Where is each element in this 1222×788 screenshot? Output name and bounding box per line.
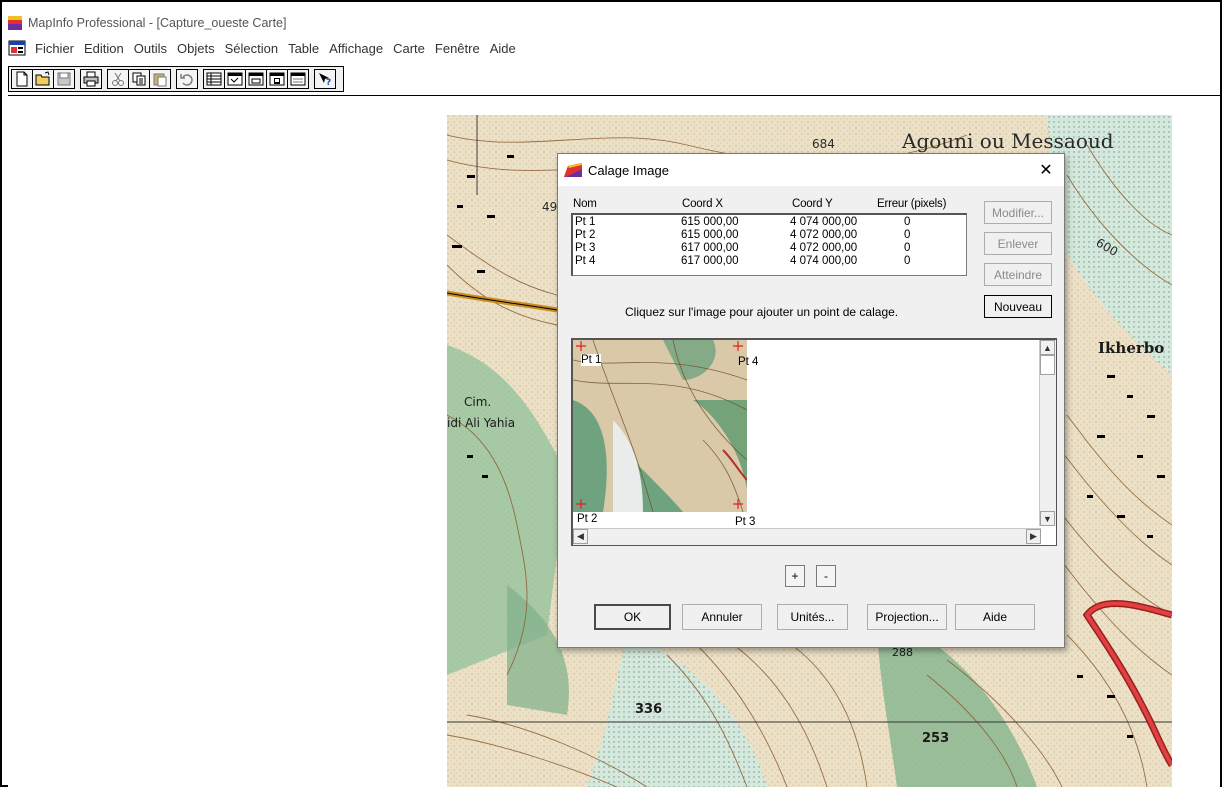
calage-image-dialog: Calage Image ✕ Nom Coord X Coord Y Erreu… [557, 153, 1065, 648]
menu-aide[interactable]: Aide [485, 41, 521, 56]
point-name: Pt 3 [575, 242, 596, 254]
map-label-cim: Cim. [464, 395, 491, 409]
column-header-coord-y[interactable]: Coord Y [792, 198, 833, 210]
nouveau-button[interactable]: Nouveau [984, 295, 1052, 318]
annuler-button[interactable]: Annuler [682, 604, 762, 630]
svg-text:?: ? [326, 78, 331, 87]
zoom-in-button[interactable]: + [785, 565, 805, 587]
menu-fenetre[interactable]: Fenêtre [430, 41, 485, 56]
column-header-nom[interactable]: Nom [573, 198, 597, 210]
modifier-button[interactable]: Modifier... [984, 201, 1052, 224]
dialog-title-bar[interactable]: Calage Image [558, 154, 1064, 186]
point-coord-x: 615 000,00 [681, 216, 739, 228]
new-layout-icon[interactable] [266, 69, 288, 89]
window-title: MapInfo Professional - [Capture_oueste C… [28, 16, 287, 30]
map-label-ikherbo: Ikherbo [1098, 339, 1164, 357]
column-header-erreur[interactable]: Erreur (pixels) [877, 198, 946, 210]
point-name: Pt 2 [575, 229, 596, 241]
aide-button[interactable]: Aide [955, 604, 1035, 630]
menu-table[interactable]: Table [283, 41, 324, 56]
column-header-coord-x[interactable]: Coord X [682, 198, 723, 210]
preview-label-pt1: Pt 1 [581, 354, 602, 366]
help-pointer-icon[interactable]: ? [314, 69, 336, 89]
point-error: 0 [904, 242, 911, 254]
copy-icon[interactable] [128, 69, 150, 89]
list-item[interactable]: Pt 4 617 000,00 4 074 000,00 0 [573, 255, 966, 268]
unites-button[interactable]: Unités... [777, 604, 848, 630]
instruction-text: Cliquez sur l'image pour ajouter un poin… [625, 305, 899, 319]
point-coord-y: 4 074 000,00 [790, 255, 858, 267]
map-label-sidi-ali-yahia: idi Ali Yahia [447, 416, 515, 430]
map-label-agouni: Agouni ou Messaoud [901, 129, 1114, 153]
undo-icon[interactable] [176, 69, 198, 89]
map-label-684: 684 [812, 137, 835, 151]
cut-icon[interactable] [107, 69, 129, 89]
preview-label-pt2: Pt 2 [577, 513, 598, 525]
new-grapher-icon[interactable] [245, 69, 267, 89]
vertical-scroll-thumb[interactable] [1040, 355, 1055, 375]
close-icon[interactable]: ✕ [1036, 160, 1056, 180]
preview-label-pt4: Pt 4 [738, 356, 759, 368]
menu-carte[interactable]: Carte [388, 41, 430, 56]
preview-horizontal-scrollbar[interactable]: ◀ ▶ [573, 528, 1041, 545]
menu-selection[interactable]: Sélection [220, 41, 283, 56]
new-document-icon[interactable] [11, 69, 33, 89]
scroll-up-icon[interactable]: ▲ [1040, 340, 1055, 355]
scroll-right-icon[interactable]: ▶ [1026, 529, 1041, 544]
enlever-button[interactable]: Enlever [984, 232, 1052, 255]
list-item[interactable]: Pt 2 615 000,00 4 072 000,00 0 [573, 229, 966, 242]
point-coord-y: 4 072 000,00 [790, 229, 858, 241]
preview-vertical-scrollbar[interactable]: ▲ ▼ [1039, 340, 1056, 526]
mapinfo-app-icon [8, 16, 22, 30]
point-coord-x: 617 000,00 [681, 255, 739, 267]
open-folder-icon[interactable] [32, 69, 54, 89]
point-error: 0 [904, 255, 911, 267]
new-browser-icon[interactable] [203, 69, 225, 89]
menu-bar: Fichier Edition Outils Objets Sélection … [8, 38, 521, 58]
new-mapper-icon[interactable] [224, 69, 246, 89]
ok-button[interactable]: OK [594, 604, 671, 630]
projection-button[interactable]: Projection... [867, 604, 947, 630]
menu-edition[interactable]: Edition [79, 41, 129, 56]
image-preview[interactable]: Pt 1 Pt 4 Pt 2 Pt 3 ▲ ▼ ◀ ▶ [571, 338, 1057, 546]
title-bar: MapInfo Professional - [Capture_oueste C… [8, 14, 286, 32]
point-coord-y: 4 074 000,00 [790, 216, 858, 228]
menu-objets[interactable]: Objets [172, 41, 220, 56]
map-label-49: 49 [542, 200, 557, 214]
dialog-title: Calage Image [588, 162, 669, 178]
point-coord-x: 617 000,00 [681, 242, 739, 254]
print-icon[interactable] [80, 69, 102, 89]
control-points-list[interactable]: Pt 1 615 000,00 4 074 000,00 0 Pt 2 615 … [571, 213, 967, 276]
zoom-out-button[interactable]: - [816, 565, 836, 587]
menu-outils[interactable]: Outils [129, 41, 172, 56]
document-window-icon[interactable] [8, 40, 26, 56]
point-name: Pt 1 [575, 216, 596, 228]
new-redistrict-icon[interactable] [287, 69, 309, 89]
scroll-down-icon[interactable]: ▼ [1040, 511, 1055, 526]
point-error: 0 [904, 229, 911, 241]
point-coord-y: 4 072 000,00 [790, 242, 858, 254]
point-name: Pt 4 [575, 255, 596, 267]
atteindre-button[interactable]: Atteindre [984, 263, 1052, 286]
map-label-253: 253 [922, 731, 949, 746]
point-coord-x: 615 000,00 [681, 229, 739, 241]
menu-fichier[interactable]: Fichier [30, 41, 79, 56]
standard-toolbar: ? [8, 66, 344, 92]
list-item[interactable]: Pt 3 617 000,00 4 072 000,00 0 [573, 242, 966, 255]
preview-label-pt3: Pt 3 [735, 516, 756, 528]
point-error: 0 [904, 216, 911, 228]
map-label-336: 336 [635, 702, 662, 717]
list-item[interactable]: Pt 1 615 000,00 4 074 000,00 0 [573, 216, 966, 229]
save-icon[interactable] [53, 69, 75, 89]
paste-icon[interactable] [149, 69, 171, 89]
scroll-left-icon[interactable]: ◀ [573, 529, 588, 544]
menu-affichage[interactable]: Affichage [324, 41, 388, 56]
mapinfo-dialog-icon [564, 163, 582, 177]
